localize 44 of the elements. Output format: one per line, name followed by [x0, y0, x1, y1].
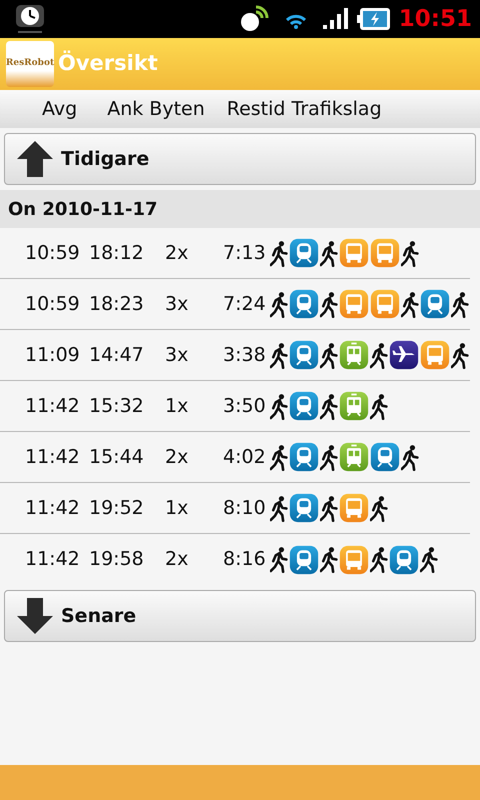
clock-time: 10:51 — [398, 4, 472, 34]
trip-row[interactable]: 10:59 18:12 2x 7:13 — [0, 228, 470, 279]
arrival-time: 19:52 — [89, 496, 145, 521]
travel-time: 8:16 — [223, 547, 267, 572]
later-button[interactable]: Senare — [4, 590, 476, 642]
travel-time: 7:24 — [223, 292, 267, 317]
travel-time: 4:02 — [223, 444, 267, 470]
trip-row[interactable]: 11:42 15:44 2x 4:02 — [0, 432, 470, 483]
arrival-time: 15:44 — [89, 444, 145, 470]
changes-count: 3x — [165, 342, 190, 368]
app-logo: ResRobot — [6, 41, 54, 87]
arrival-time: 18:12 — [89, 240, 145, 266]
departure-time: 11:42 — [25, 444, 81, 470]
travel-time: 3:38 — [223, 342, 267, 368]
app-title: Översikt — [58, 50, 158, 78]
trip-row[interactable]: 11:42 19:58 2x 8:16 — [0, 534, 470, 585]
changes-count: 2x — [165, 547, 190, 572]
departure-time: 11:42 — [25, 547, 81, 572]
arrival-time: 14:47 — [89, 342, 145, 368]
travel-time: 7:13 — [223, 240, 267, 266]
trip-row[interactable]: 11:42 15:32 1x 3:50 — [0, 381, 470, 432]
column-header: Ank Byten — [107, 96, 205, 122]
changes-count: 3x — [165, 292, 190, 317]
trip-row[interactable]: 11:09 14:47 3x 3:38 — [0, 330, 470, 381]
column-header: Restid Trafikslag — [226, 96, 382, 122]
changes-count: 2x — [165, 240, 190, 266]
column-header: Avg — [42, 96, 78, 122]
arrival-time: 15:32 — [89, 394, 145, 419]
travel-time: 3:50 — [223, 394, 267, 419]
changes-count: 1x — [165, 394, 190, 419]
date-header: On 2010-11-17 — [0, 190, 480, 228]
earlier-button[interactable]: Tidigare — [4, 133, 476, 185]
departure-time: 11:42 — [25, 496, 81, 521]
trip-row[interactable]: 11:42 19:52 1x 8:10 — [0, 483, 470, 534]
changes-count: 2x — [165, 444, 190, 470]
travel-time: 8:10 — [223, 496, 267, 521]
departure-time: 10:59 — [25, 240, 81, 266]
arrival-time: 19:58 — [89, 547, 145, 572]
arrival-time: 18:23 — [89, 292, 145, 317]
departure-time: 11:42 — [25, 394, 81, 419]
departure-time: 11:09 — [25, 342, 81, 368]
departure-time: 10:59 — [25, 292, 81, 317]
trip-row[interactable]: 10:59 18:23 3x 7:24 — [0, 279, 470, 330]
changes-count: 1x — [165, 496, 190, 521]
